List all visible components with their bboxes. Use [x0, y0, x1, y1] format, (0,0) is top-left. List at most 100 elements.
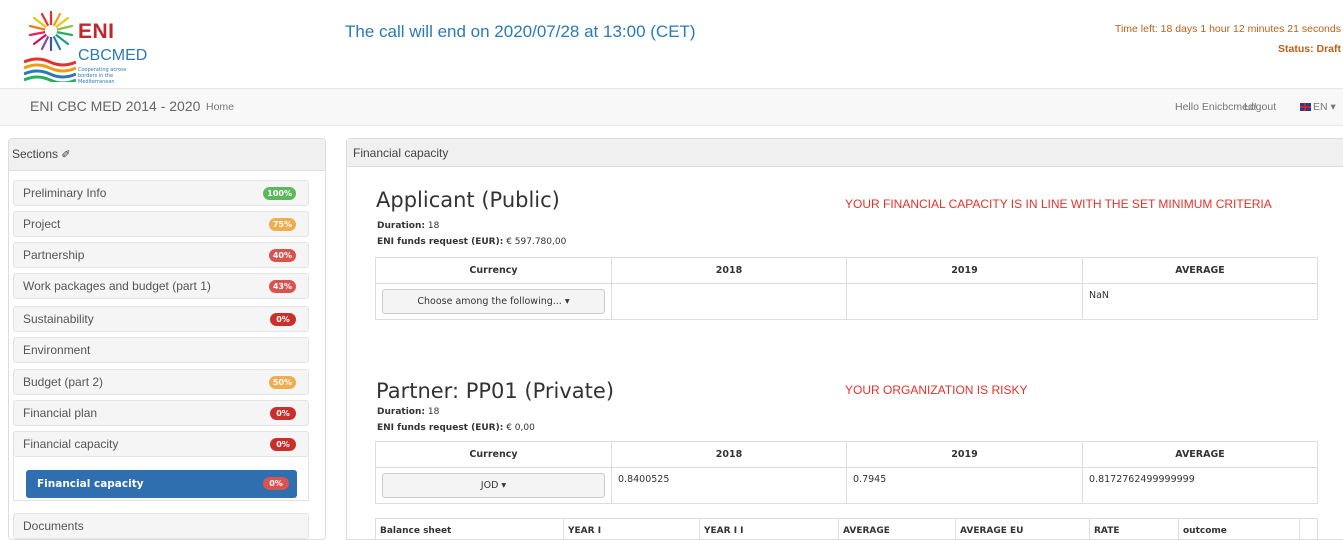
- column-header: RATE: [1089, 518, 1179, 540]
- progress-badge: 0%: [263, 477, 289, 490]
- home-link[interactable]: Home: [206, 101, 234, 113]
- table-header-row: Currency 2018 2019 AVERAGE: [375, 441, 1318, 468]
- progress-badge: 50%: [268, 376, 296, 389]
- currency-dropdown[interactable]: Choose among the following... ▾: [382, 289, 605, 314]
- progress-badge: 43%: [268, 280, 296, 293]
- sidebar-item-label: Work packages and budget (part 1): [23, 279, 211, 293]
- currency-dropdown[interactable]: JOD ▾: [382, 473, 605, 498]
- progress-badge: 0%: [270, 438, 296, 451]
- sidebar-item-project[interactable]: Project 75%: [13, 211, 309, 237]
- funds-label: ENI funds request (EUR):: [377, 237, 504, 247]
- sidebar-item-label: Project: [23, 217, 61, 231]
- sidebar-item-label: Financial plan: [23, 406, 98, 420]
- language-label: EN ▾: [1313, 101, 1336, 113]
- value-average: 0.8172762499999999: [1082, 467, 1318, 504]
- partner-duration: Duration: 18: [377, 407, 439, 417]
- sidebar-item-label: Financial capacity: [23, 437, 119, 451]
- currency-cell: Choose among the following... ▾: [375, 283, 612, 320]
- value-2018[interactable]: [611, 283, 847, 320]
- sidebar-item-sustainability[interactable]: Sustainability 0%: [13, 306, 309, 332]
- progress-badge: 0%: [270, 313, 296, 326]
- applicant-funds: ENI funds request (EUR): € 597.780,00: [377, 237, 566, 247]
- navbar-brand[interactable]: ENI CBC MED 2014 - 2020: [30, 98, 200, 114]
- balance-sheet-table: Balance sheet YEAR I YEAR I I AVERAGE AV…: [375, 518, 1318, 540]
- value-2019[interactable]: [846, 283, 1083, 320]
- status-badge: Status: Draft: [1277, 43, 1341, 55]
- sub-item-financial-capacity[interactable]: Financial capacity 0%: [26, 470, 297, 498]
- sidebar-title: Sections: [12, 147, 59, 161]
- eni-cbcmed-logo[interactable]: ENI CBCMED Cooperating across borders in…: [24, 10, 174, 88]
- progress-badge: 100%: [263, 187, 296, 200]
- currency-cell: JOD ▾: [375, 467, 612, 504]
- funds-label: ENI funds request (EUR):: [377, 423, 504, 433]
- call-end-notice: The call will end on 2020/07/28 at 13:00…: [345, 22, 696, 41]
- sidebar-item-preliminary-info[interactable]: Preliminary Info 100%: [13, 180, 309, 206]
- waves-logo-icon: [24, 57, 76, 82]
- sidebar-header: Sections ✐: [9, 139, 325, 171]
- panel-header: Financial capacity: [347, 139, 1343, 167]
- sidebar-item-label: Partnership: [23, 248, 85, 262]
- column-header: AVERAGE: [838, 518, 956, 540]
- partner-currency-table: Currency 2018 2019 AVERAGE JOD ▾ 0.84005…: [375, 441, 1318, 504]
- progress-badge: 75%: [268, 218, 296, 231]
- column-header: AVERAGE: [1082, 441, 1318, 468]
- sidebar-item-partnership[interactable]: Partnership 40%: [13, 242, 309, 268]
- sidebar-item-label: Environment: [23, 343, 91, 357]
- partner-risk-message: YOUR ORGANIZATION IS RISKY: [845, 383, 1028, 397]
- sidebar-item-label: Sustainability: [23, 312, 94, 326]
- table-header-row: Balance sheet YEAR I YEAR I I AVERAGE AV…: [375, 518, 1318, 540]
- progress-badge: 40%: [268, 249, 296, 262]
- sidebar-item-financial-plan[interactable]: Financial plan 0%: [13, 400, 309, 426]
- value-2019[interactable]: 0.7945: [846, 467, 1083, 504]
- table-row: JOD ▾ 0.8400525 0.7945 0.817276249999999…: [375, 467, 1318, 504]
- column-header: Balance sheet: [375, 518, 564, 540]
- column-header: outcome: [1178, 518, 1300, 540]
- applicant-duration: Duration: 18: [377, 221, 439, 231]
- funds-value: € 597.780,00: [506, 237, 567, 247]
- sidebar-item-documents[interactable]: Documents: [13, 513, 309, 539]
- logo-cbcmed-text: CBCMED: [78, 47, 148, 64]
- duration-label: Duration:: [377, 221, 425, 231]
- logout-link[interactable]: Logout: [1244, 101, 1276, 113]
- partner-title: Partner: PP01 (Private): [376, 379, 615, 403]
- applicant-currency-table: Currency 2018 2019 AVERAGE Choose among …: [375, 257, 1318, 320]
- column-header: Currency: [375, 257, 612, 284]
- applicant-capacity-message: YOUR FINANCIAL CAPACITY IS IN LINE WITH …: [845, 197, 1272, 211]
- pin-icon[interactable]: ✐: [61, 149, 70, 161]
- partner-funds: ENI funds request (EUR): € 0,00: [377, 423, 535, 433]
- funds-value: € 0,00: [506, 423, 535, 433]
- value-average: NaN: [1082, 283, 1318, 320]
- table-header-row: Currency 2018 2019 AVERAGE: [375, 257, 1318, 284]
- duration-value: 18: [427, 407, 440, 417]
- column-header: Currency: [375, 441, 612, 468]
- sidebar-item-budget-part-2[interactable]: Budget (part 2) 50%: [13, 369, 309, 395]
- sidebar-item-work-packages[interactable]: Work packages and budget (part 1) 43%: [13, 273, 309, 299]
- column-header: YEAR I I: [699, 518, 839, 540]
- language-dropdown[interactable]: EN ▾: [1300, 101, 1336, 113]
- sidebar-item-label: Budget (part 2): [23, 375, 104, 389]
- column-header: 2019: [846, 257, 1083, 284]
- column-header: 2018: [611, 257, 847, 284]
- logo-tagline: Cooperating across borders in the Medite…: [78, 67, 127, 85]
- progress-badge: 0%: [270, 407, 296, 420]
- sidebar-item-label: Documents: [23, 519, 84, 533]
- sidebar-item-label: Preliminary Info: [23, 186, 107, 200]
- table-row: Choose among the following... ▾ NaN: [375, 283, 1318, 320]
- applicant-title: Applicant (Public): [376, 188, 560, 212]
- column-header: YEAR I: [563, 518, 700, 540]
- duration-value: 18: [427, 221, 440, 231]
- column-header: [1299, 518, 1318, 540]
- column-header: AVERAGE EU: [955, 518, 1090, 540]
- column-header: 2019: [846, 441, 1083, 468]
- sidebar-item-financial-capacity[interactable]: Financial capacity 0%: [13, 431, 309, 457]
- sub-item-label: Financial capacity: [37, 478, 144, 490]
- column-header: AVERAGE: [1082, 257, 1318, 284]
- time-left: Time left: 18 days 1 hour 12 minutes 21 …: [1114, 23, 1341, 35]
- uk-flag-icon: [1300, 103, 1311, 112]
- column-header: 2018: [611, 441, 847, 468]
- duration-label: Duration:: [377, 407, 425, 417]
- sidebar-item-environment[interactable]: Environment: [13, 337, 309, 363]
- top-navbar: ENI CBC MED 2014 - 2020 Home Hello Enicb…: [0, 88, 1343, 126]
- logo-eni-text: ENI: [78, 20, 115, 43]
- value-2018[interactable]: 0.8400525: [611, 467, 847, 504]
